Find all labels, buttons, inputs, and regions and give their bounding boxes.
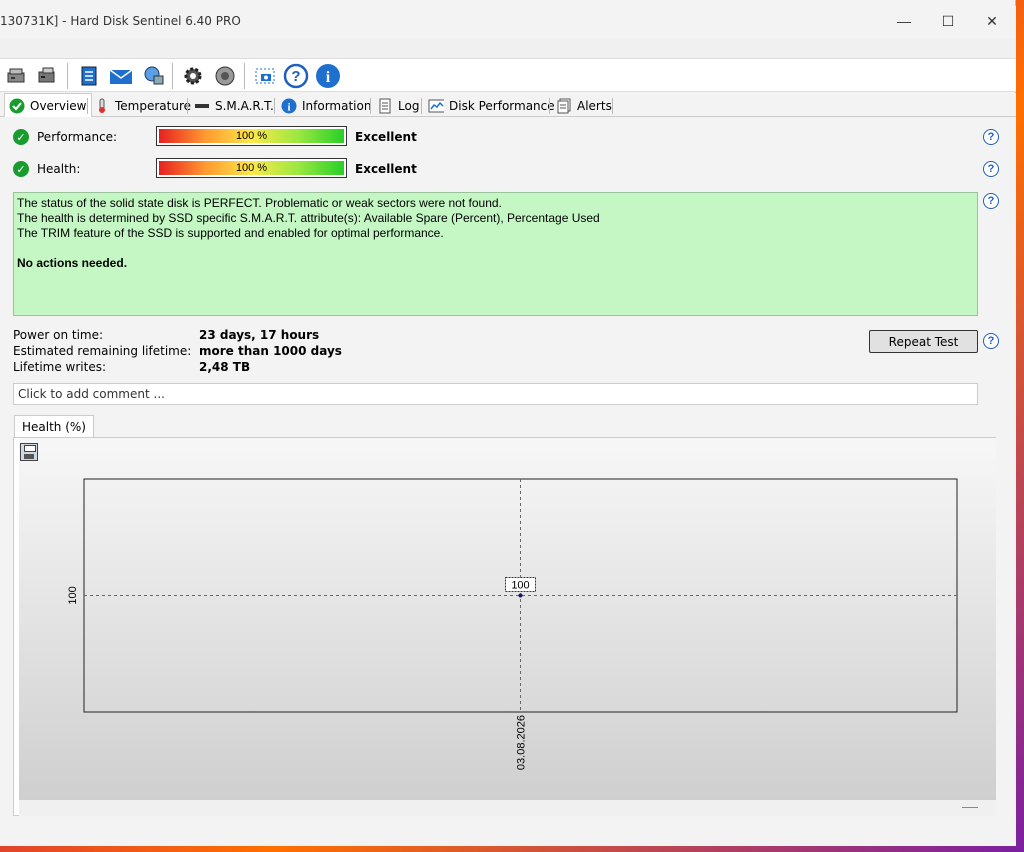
toolbar: ? i bbox=[0, 58, 1016, 92]
writes-value: 2,48 TB bbox=[199, 360, 251, 374]
tab-log[interactable]: Log bbox=[373, 95, 423, 117]
performance-percent: 100 % bbox=[235, 130, 268, 142]
performance-bar: 100 % bbox=[156, 126, 347, 146]
mail-icon[interactable] bbox=[108, 63, 134, 89]
alerts-icon bbox=[556, 98, 572, 114]
check-icon: ✓ bbox=[13, 129, 29, 145]
window-title: 130731K] - Hard Disk Sentinel 6.40 PRO bbox=[0, 14, 241, 28]
health-rating: Excellent bbox=[355, 162, 417, 176]
report-icon[interactable] bbox=[76, 63, 102, 89]
tab-label: Temperature bbox=[115, 99, 192, 113]
performance-label: Performance: bbox=[37, 130, 118, 144]
tab-disk-performance[interactable]: Disk Performance bbox=[424, 95, 559, 117]
performance-rating: Excellent bbox=[355, 130, 417, 144]
gear-icon[interactable] bbox=[180, 63, 206, 89]
tab-smart[interactable]: S.M.A.R.T. bbox=[190, 95, 278, 117]
x-tick-label: 03.08.2026 bbox=[516, 715, 528, 770]
overview-panel: ✓ Performance: 100 % Excellent ? ✓ Healt… bbox=[0, 117, 1016, 846]
help-icon[interactable]: ? bbox=[983, 193, 999, 209]
disk-icon[interactable] bbox=[4, 63, 30, 89]
maximize-button[interactable]: ☐ bbox=[926, 6, 970, 36]
performance-bar-fill: 100 % bbox=[159, 129, 344, 143]
power-on-value: 23 days, 17 hours bbox=[199, 328, 320, 342]
disk-icon[interactable] bbox=[34, 63, 60, 89]
writes-label: Lifetime writes: bbox=[13, 360, 107, 374]
help-icon[interactable]: ? bbox=[283, 63, 309, 89]
status-line: The TRIM feature of the SSD is supported… bbox=[17, 226, 444, 240]
minimize-button[interactable]: — bbox=[882, 6, 926, 36]
svg-text:?: ? bbox=[291, 68, 300, 85]
comment-input[interactable]: Click to add comment ... bbox=[13, 383, 978, 405]
health-label: Health: bbox=[37, 162, 81, 176]
health-percent: 100 % bbox=[235, 162, 268, 174]
help-icon[interactable]: ? bbox=[983, 161, 999, 177]
title-bar: 130731K] - Hard Disk Sentinel 6.40 PRO —… bbox=[0, 6, 1016, 38]
tab-information[interactable]: i Information bbox=[277, 95, 375, 117]
chart-icon bbox=[428, 98, 444, 114]
power-on-label: Power on time: bbox=[13, 328, 104, 342]
health-bar: 100 % bbox=[156, 158, 347, 178]
tab-bar: Overview Temperature S.M.A.R.T. i Inform… bbox=[0, 93, 1016, 118]
tab-label: S.M.A.R.T. bbox=[215, 99, 274, 113]
repeat-test-button[interactable]: Repeat Test bbox=[869, 330, 978, 353]
thermometer-icon bbox=[94, 98, 110, 114]
tab-overview[interactable]: Overview bbox=[4, 93, 92, 118]
health-bar-fill: 100 % bbox=[159, 161, 344, 175]
tab-label: Information bbox=[302, 99, 372, 113]
tab-health-chart[interactable]: Health (%) bbox=[14, 415, 94, 437]
data-label: 100 bbox=[511, 580, 529, 592]
tab-label: Log bbox=[398, 99, 420, 113]
help-icon[interactable]: ? bbox=[983, 333, 999, 349]
help-icon[interactable]: ? bbox=[983, 129, 999, 145]
smart-icon bbox=[194, 98, 210, 114]
info-icon: i bbox=[281, 98, 297, 114]
log-icon bbox=[377, 98, 393, 114]
speaker-icon[interactable] bbox=[212, 63, 238, 89]
data-point bbox=[518, 593, 523, 598]
camera-icon[interactable] bbox=[252, 63, 278, 89]
tab-label: Overview bbox=[30, 99, 87, 113]
check-icon bbox=[9, 98, 25, 114]
tab-label: Disk Performance bbox=[449, 99, 555, 113]
tab-temperature[interactable]: Temperature bbox=[90, 95, 195, 117]
status-action: No actions needed. bbox=[17, 256, 128, 270]
close-button[interactable]: ✕ bbox=[970, 6, 1014, 36]
svg-text:i: i bbox=[287, 102, 290, 114]
network-icon[interactable] bbox=[140, 63, 166, 89]
status-message-box: The status of the solid state disk is PE… bbox=[13, 192, 978, 316]
check-icon: ✓ bbox=[13, 161, 29, 177]
health-chart: 100 03.08.2026 100 bbox=[67, 478, 958, 770]
svg-text:i: i bbox=[326, 69, 331, 86]
menu-strip bbox=[0, 38, 1016, 58]
main-window: 130731K] - Hard Disk Sentinel 6.40 PRO —… bbox=[0, 0, 1016, 846]
tab-alerts[interactable]: Alerts bbox=[552, 95, 616, 117]
status-line: The status of the solid state disk is PE… bbox=[17, 196, 502, 210]
info-icon[interactable]: i bbox=[315, 63, 341, 89]
tab-label: Alerts bbox=[577, 99, 612, 113]
lifetime-value: more than 1000 days bbox=[199, 344, 342, 358]
status-line: The health is determined by SSD specific… bbox=[17, 211, 600, 225]
chart-scrollbar[interactable] bbox=[19, 800, 996, 816]
y-tick-label: 100 bbox=[67, 586, 79, 604]
lifetime-label: Estimated remaining lifetime: bbox=[13, 344, 192, 358]
